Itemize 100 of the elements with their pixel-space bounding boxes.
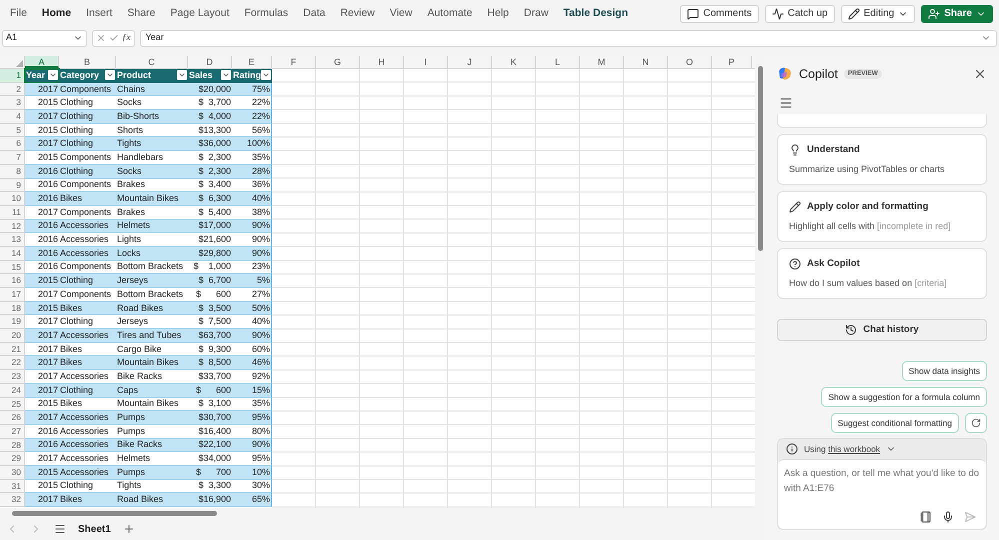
comments-button[interactable]: Comments	[680, 4, 759, 22]
row-number[interactable]: 7	[0, 151, 25, 165]
filter-dropdown-button[interactable]	[48, 70, 58, 80]
ribbon-tab[interactable]: Page Layout	[170, 6, 230, 22]
catchup-button[interactable]: Catch up	[764, 4, 835, 22]
row-number[interactable]: 26	[0, 411, 25, 425]
column-header[interactable]: J	[448, 56, 492, 68]
suggestion-chip[interactable]: Show a suggestion for a formula column	[821, 387, 987, 407]
row-number[interactable]: 14	[0, 246, 25, 261]
row-number[interactable]: 16	[0, 274, 25, 288]
ribbon-tab[interactable]: Table Design	[563, 6, 628, 22]
row-number[interactable]: 27	[0, 424, 25, 439]
ribbon-tab[interactable]: Data	[303, 6, 326, 22]
editing-icon	[848, 8, 860, 20]
ribbon-tab[interactable]: Formulas	[244, 6, 288, 22]
filter-dropdown-button[interactable]	[177, 70, 187, 80]
row-number[interactable]: 22	[0, 356, 25, 370]
row-number[interactable]: 18	[0, 302, 25, 316]
ribbon-tab[interactable]: View	[390, 6, 412, 22]
row-number[interactable]: 2	[0, 82, 25, 96]
chat-input-box[interactable]: Ask a question, or tell me what you'd like to do with A1:E76	[778, 459, 986, 529]
add-sheet-icon[interactable]	[122, 523, 135, 535]
card-title: Ask Copilot	[807, 256, 860, 271]
column-header[interactable]: H	[360, 56, 404, 68]
column-header[interactable]: N	[624, 56, 668, 68]
prompt-card[interactable]: Apply color and formatting Highlight all cells with [incomplete in red]	[777, 191, 987, 242]
row-number[interactable]: 31	[0, 480, 25, 494]
ribbon-tab[interactable]: Review	[340, 6, 375, 22]
row-number[interactable]: 11	[0, 206, 25, 220]
formula-field[interactable]: Year	[140, 30, 997, 46]
column-header[interactable]: G	[316, 56, 360, 68]
sheet-list-icon[interactable]	[54, 523, 66, 535]
prompt-card[interactable]: Understand Summarize using PivotTables or charts	[777, 134, 987, 185]
row-number[interactable]: 21	[0, 342, 25, 356]
row-number[interactable]: 5	[0, 124, 25, 138]
row-number-text: 4	[16, 111, 21, 122]
row-number[interactable]: 9	[0, 178, 25, 192]
prompt-card[interactable]: Ask Copilot How do I sum values based on [criteria]	[777, 248, 987, 299]
insert-function-button[interactable]: ƒx	[122, 31, 130, 45]
share-icon	[928, 8, 940, 20]
row-number[interactable]: 29	[0, 452, 25, 466]
row-number[interactable]: 20	[0, 329, 25, 343]
microphone-icon[interactable]	[942, 511, 954, 523]
cancel-icon[interactable]	[96, 33, 106, 43]
ribbon-tab[interactable]: Insert	[86, 6, 112, 22]
row-number[interactable]: 13	[0, 233, 25, 247]
suggestion-chip[interactable]: Show data insights	[902, 361, 987, 381]
sheet-tab[interactable]: Sheet1	[78, 522, 111, 536]
suggestion-chip[interactable]: Suggest conditional formatting	[830, 413, 959, 433]
share-button[interactable]: Share	[921, 4, 993, 22]
column-header[interactable]: F	[272, 56, 316, 68]
row-number[interactable]: 32	[0, 493, 25, 507]
row-number[interactable]: 24	[0, 384, 25, 398]
row-number[interactable]: 28	[0, 438, 25, 452]
table-cell: Accessories	[59, 233, 116, 247]
column-header[interactable]: L	[536, 56, 580, 68]
ribbon-tab[interactable]: Share	[127, 6, 156, 22]
column-header[interactable]: D	[188, 56, 232, 68]
ribbon-tab[interactable]: Home	[42, 6, 72, 22]
ribbon-tab[interactable]: File	[10, 6, 27, 22]
close-icon[interactable]	[973, 67, 987, 81]
table-cell: Bikes	[59, 398, 116, 412]
column-header[interactable]: K	[492, 56, 536, 68]
column-header[interactable]: I	[404, 56, 448, 68]
filter-dropdown-button[interactable]	[105, 70, 115, 80]
check-icon[interactable]	[109, 33, 119, 43]
column-header[interactable]: A	[25, 56, 59, 68]
notebook-icon[interactable]	[920, 511, 932, 523]
editing-button[interactable]: Editing	[840, 4, 916, 22]
ribbon-tab[interactable]: Help	[487, 6, 509, 22]
row-number-text: 9	[16, 180, 21, 190]
column-header[interactable]: O	[668, 56, 712, 68]
ribbon-tab[interactable]: Automate	[427, 6, 472, 22]
row-number[interactable]: 1	[0, 69, 25, 83]
row-number[interactable]: 19	[0, 315, 25, 330]
chat-input-field[interactable]: Ask a question, or tell me what you'd like to do with A1:E76	[784, 466, 980, 511]
row-number[interactable]: 6	[0, 137, 25, 152]
chat-history-button[interactable]: Chat history	[777, 319, 987, 341]
row-number[interactable]: 30	[0, 466, 25, 480]
column-header[interactable]: P	[712, 56, 752, 68]
table-cell: 75%	[232, 82, 272, 96]
refresh-button[interactable]	[965, 413, 987, 433]
ribbon-tab[interactable]: Draw	[524, 6, 548, 22]
workbook-link[interactable]: this workbook	[828, 442, 880, 456]
filter-dropdown-button[interactable]	[221, 70, 231, 80]
column-header[interactable]: M	[580, 56, 624, 68]
row-number[interactable]: 23	[0, 370, 25, 384]
name-box[interactable]: A1	[2, 30, 87, 46]
row-number[interactable]: 17	[0, 288, 25, 302]
row-number[interactable]: 8	[0, 164, 25, 178]
row-number[interactable]: 10	[0, 192, 25, 206]
row-number[interactable]: 25	[0, 398, 25, 412]
column-header[interactable]: E	[232, 56, 272, 68]
filter-dropdown-button[interactable]	[261, 70, 271, 80]
column-header[interactable]: C	[116, 56, 188, 68]
row-number[interactable]: 12	[0, 220, 25, 234]
row-number[interactable]: 4	[0, 110, 25, 124]
menu-icon[interactable]	[779, 96, 793, 110]
row-number[interactable]: 3	[0, 96, 25, 110]
row-number[interactable]: 15	[0, 260, 25, 274]
